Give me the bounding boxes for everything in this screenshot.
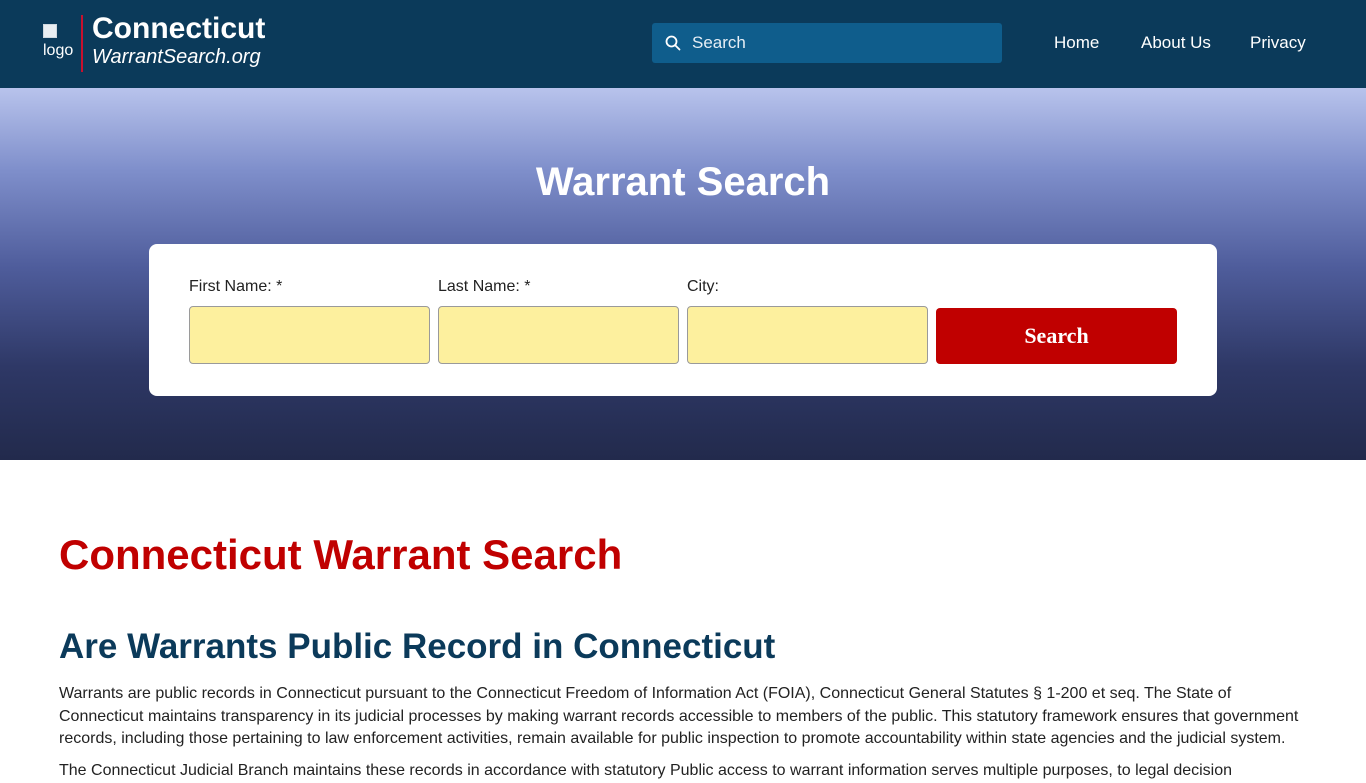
logo-image[interactable]: logo xyxy=(43,24,75,64)
body-paragraph: Warrants are public records in Connectic… xyxy=(59,685,1299,747)
header-search-input[interactable] xyxy=(692,23,992,63)
hero-title: Warrant Search xyxy=(535,160,831,204)
nav-privacy[interactable]: Privacy xyxy=(1250,33,1306,53)
page-title: Connecticut Warrant Search xyxy=(59,531,623,578)
brand-subtitle[interactable]: WarrantSearch.org xyxy=(92,45,261,69)
nav-about-us[interactable]: About Us xyxy=(1141,33,1211,53)
nav-home[interactable]: Home xyxy=(1054,33,1099,53)
warrant-search-form: First Name: * Last Name: * City: Search xyxy=(149,244,1217,396)
last-name-label: Last Name: * xyxy=(438,278,531,295)
brand-name[interactable]: Connecticut xyxy=(92,12,265,46)
section-title: Are Warrants Public Record in Connecticu… xyxy=(59,627,776,666)
search-submit-button[interactable]: Search xyxy=(936,308,1177,364)
logo-divider xyxy=(81,15,83,72)
first-name-input[interactable] xyxy=(189,306,430,364)
search-icon[interactable] xyxy=(665,35,681,51)
city-label: City: xyxy=(687,278,719,295)
last-name-input[interactable] xyxy=(438,306,679,364)
logo-alt-text: logo xyxy=(43,42,74,59)
first-name-label: First Name: * xyxy=(189,278,283,295)
hero-section: Warrant Search First Name: * Last Name: … xyxy=(0,88,1366,460)
body-paragraph-2: The Connecticut Judicial Branch maintain… xyxy=(59,762,1233,779)
header-search-box xyxy=(652,23,1002,63)
site-header: logo Connecticut WarrantSearch.org Home … xyxy=(0,0,1366,88)
city-input[interactable] xyxy=(687,306,928,364)
broken-image-icon xyxy=(43,24,57,38)
